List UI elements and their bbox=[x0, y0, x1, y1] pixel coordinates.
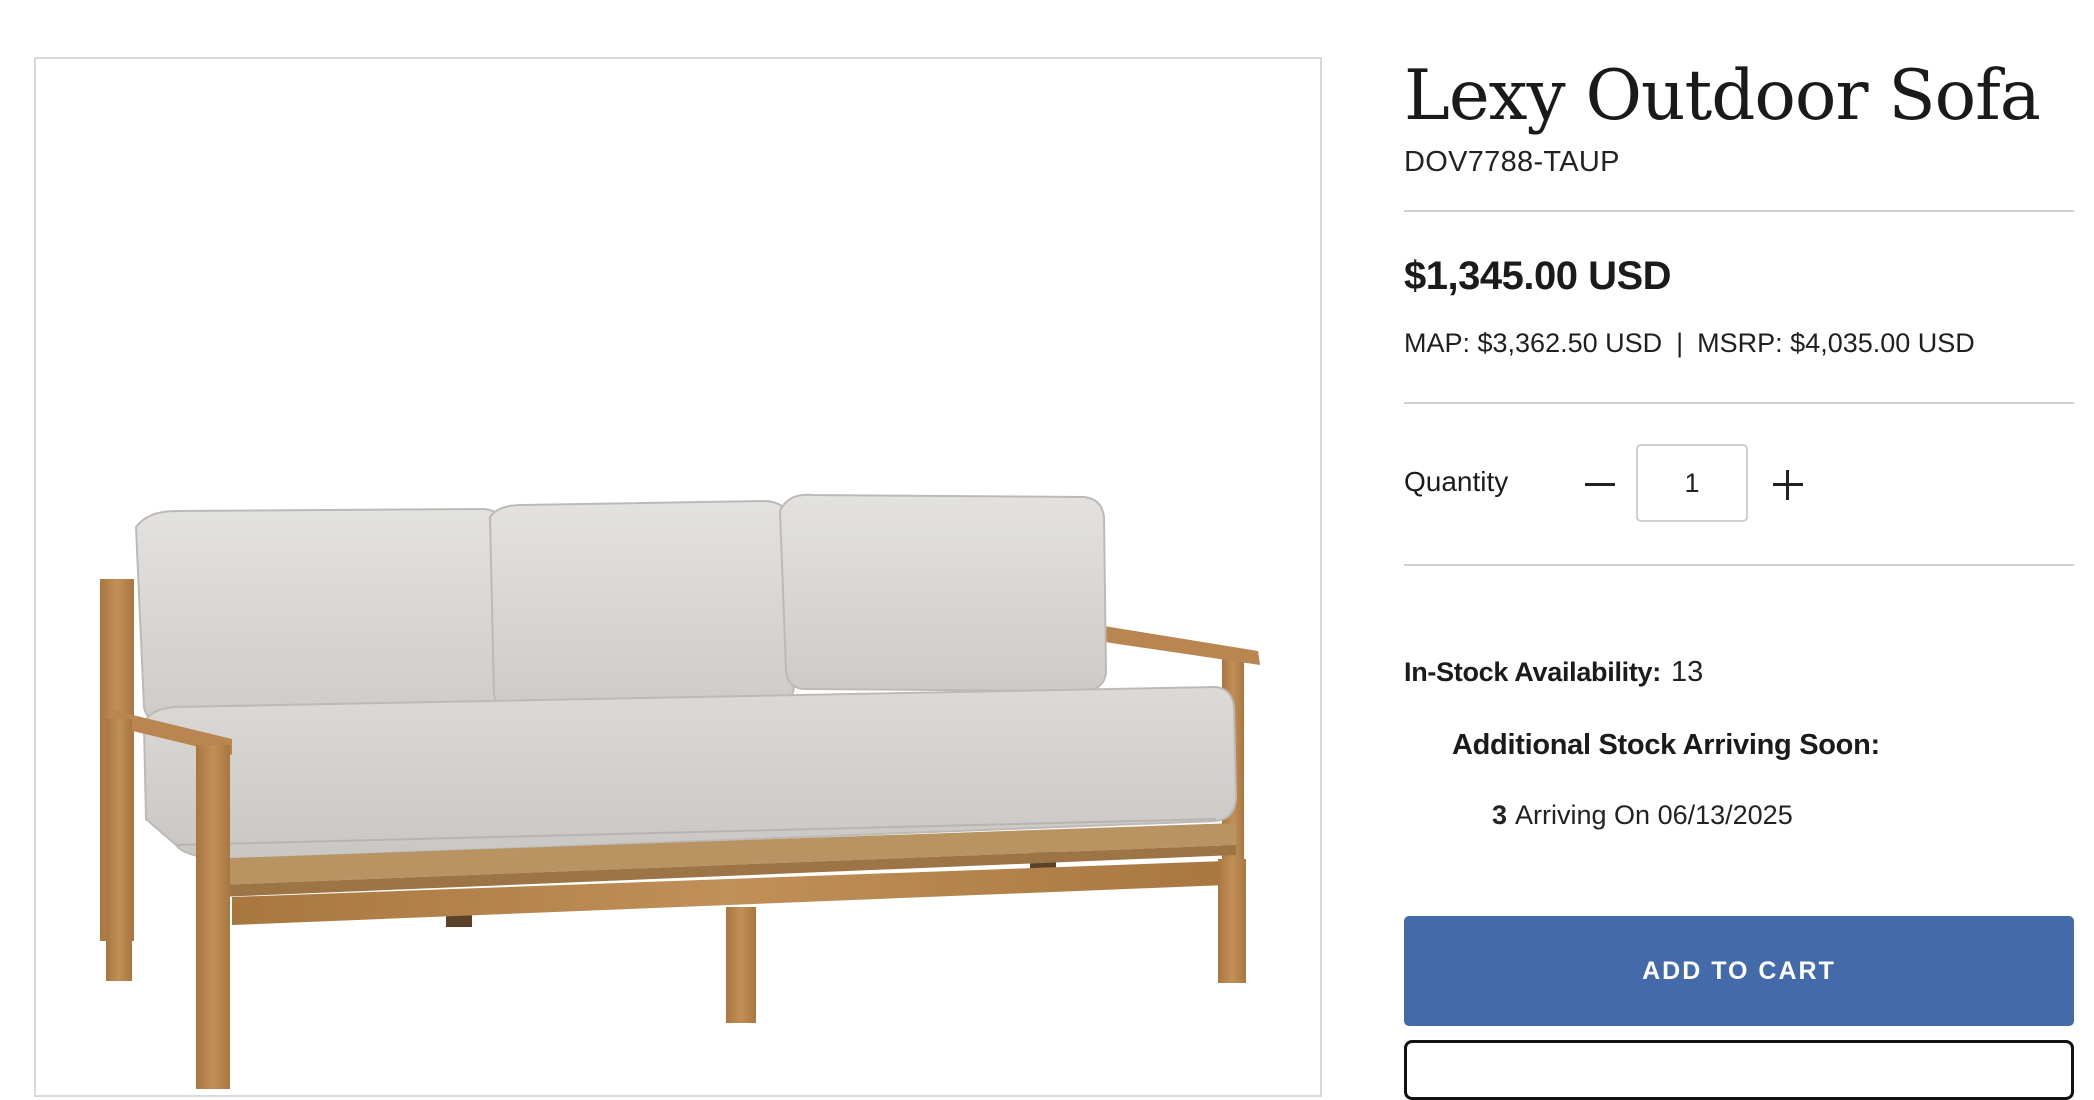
map-price: MAP: $3,362.50 USD bbox=[1404, 328, 1663, 358]
divider bbox=[1404, 402, 2074, 404]
divider bbox=[1404, 210, 2074, 212]
price-separator: | bbox=[1676, 328, 1684, 358]
msrp-price: MSRP: $4,035.00 USD bbox=[1697, 328, 1975, 358]
add-to-cart-button[interactable]: ADD TO CART bbox=[1404, 916, 2074, 1026]
product-sku: DOV7788-TAUP bbox=[1404, 146, 1620, 178]
stock-availability: In-Stock Availability: 13 bbox=[1404, 656, 1703, 689]
arrival-qty: 3 bbox=[1492, 800, 1508, 830]
price-references: MAP: $3,362.50 USD | MSRP: $4,035.00 USD bbox=[1404, 328, 1975, 359]
arrival-date: Arriving On 06/13/2025 bbox=[1515, 800, 1793, 830]
arrival-item: 3 Arriving On 06/13/2025 bbox=[1492, 800, 1793, 831]
quantity-label: Quantity bbox=[1404, 466, 1509, 497]
stock-count: 13 bbox=[1670, 656, 1704, 688]
product-details: Lexy Outdoor Sofa DOV7788-TAUP $1,345.00… bbox=[1404, 0, 2074, 1100]
divider bbox=[1404, 564, 2074, 566]
minus-icon[interactable] bbox=[1578, 463, 1622, 507]
plus-icon[interactable] bbox=[1766, 463, 1810, 507]
stock-label: In-Stock Availability: bbox=[1404, 657, 1661, 687]
secondary-action-button[interactable] bbox=[1404, 1040, 2074, 1100]
product-price: $1,345.00 USD bbox=[1404, 254, 1672, 298]
product-image-frame[interactable] bbox=[34, 57, 1322, 1097]
product-image bbox=[100, 493, 1260, 1089]
arriving-heading: Additional Stock Arriving Soon: bbox=[1452, 729, 1880, 761]
product-title: Lexy Outdoor Sofa bbox=[1404, 56, 2041, 136]
quantity-input[interactable] bbox=[1636, 444, 1748, 522]
